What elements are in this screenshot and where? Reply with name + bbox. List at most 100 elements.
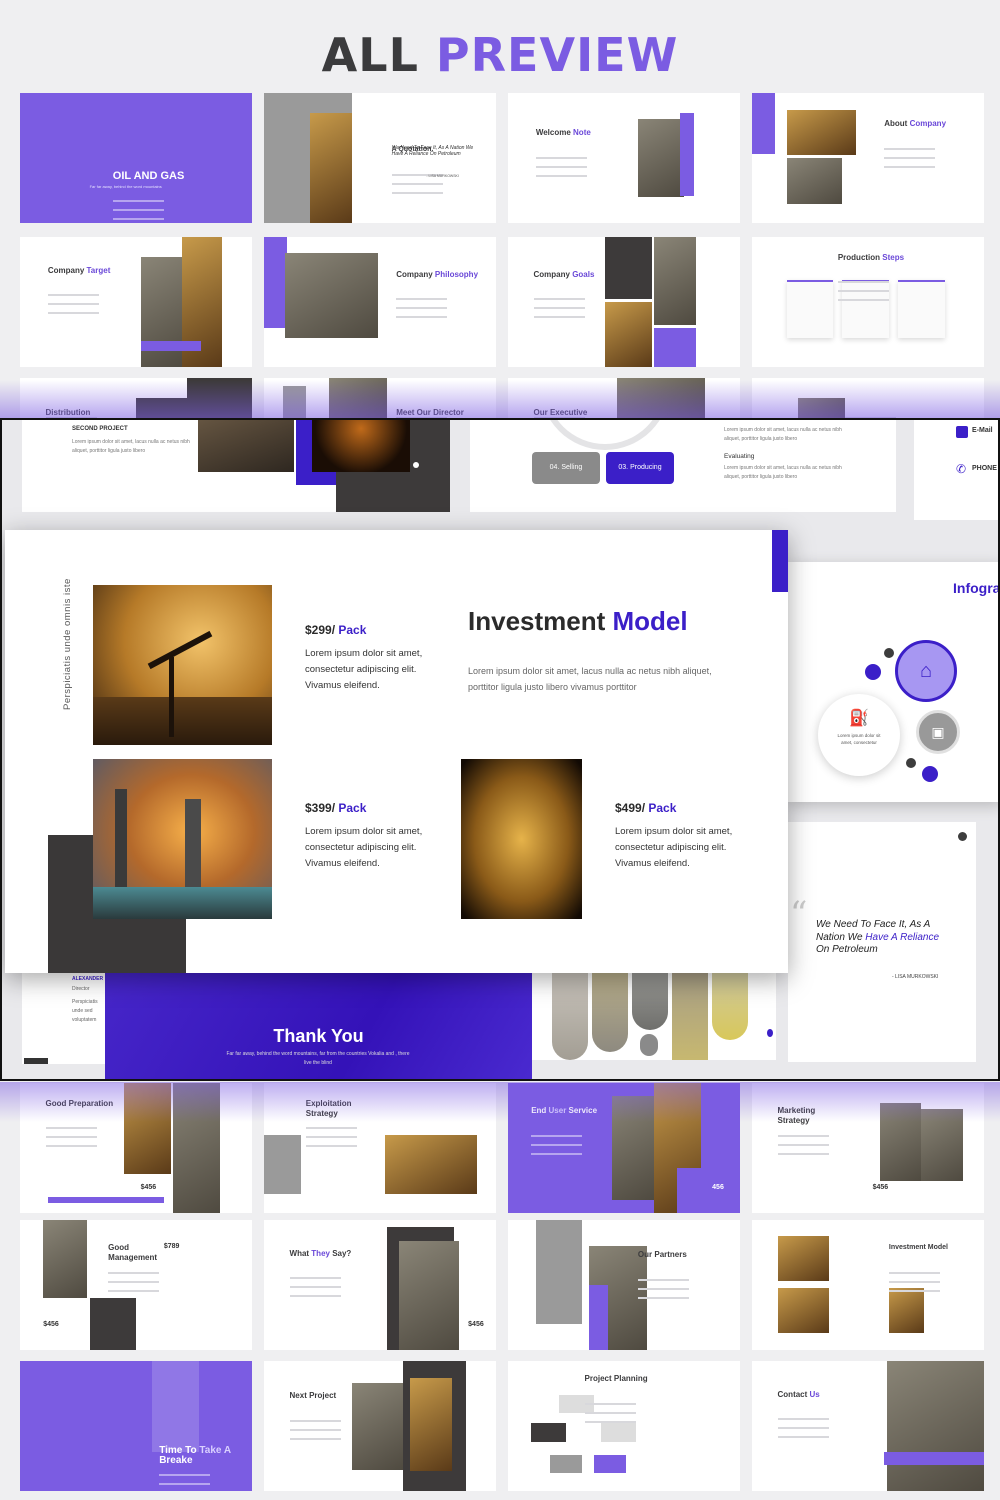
slide-quotation-photo[interactable] <box>532 972 776 1060</box>
slide-thumbnail[interactable]: Company Target <box>20 237 252 367</box>
thumbnail-title: Exploitation Strategy <box>306 1099 352 1119</box>
title-text: Good Management <box>108 1243 158 1263</box>
slide-thumbnail[interactable]: Good Preparation $456 <box>20 1083 252 1213</box>
slide-second-project[interactable]: SECOND PROJECT Lorem ipsum dolor sit ame… <box>22 420 450 512</box>
info-circle: ⛽ Lorem ipsum dolor sit amet, consectetu… <box>818 694 900 776</box>
slide-thumbnail[interactable]: Good Management $789 $456 <box>20 1220 252 1350</box>
slide-thumbnail[interactable] <box>752 378 984 418</box>
pack-price-1: $299/ Pack <box>305 623 366 637</box>
thumbnail-image <box>777 1235 829 1282</box>
thumbnail-image <box>410 1377 452 1472</box>
text-line <box>531 1153 583 1156</box>
slide-thumbnail[interactable]: What They Say? $456 <box>264 1220 496 1350</box>
thumbnail-image <box>921 1109 964 1181</box>
slide-thumbnail[interactable]: Company Philosophy <box>264 237 496 367</box>
slide-thumbnail[interactable]: Contact Us <box>752 1361 984 1491</box>
slide-thumbnail[interactable]: Investment Model <box>752 1220 984 1350</box>
thumbnail-image <box>173 1083 220 1213</box>
text-line <box>289 1437 341 1440</box>
thumbnail-image <box>752 93 776 155</box>
thumbnail-value: $789 <box>163 1243 180 1251</box>
slide-thumbnail[interactable]: Meet Our Director <box>264 378 496 418</box>
text-line <box>305 1136 357 1139</box>
thumbnail-image <box>612 1096 655 1200</box>
dot <box>958 832 967 841</box>
slide-thumbnail[interactable]: Company Goals <box>508 237 740 367</box>
title-text: End <box>531 1106 549 1116</box>
thumbnail-value: $456 <box>140 1184 157 1192</box>
second-project-label: SECOND PROJECT <box>72 426 128 432</box>
title-text: Investment Model <box>888 1244 948 1252</box>
slide-quotation[interactable]: “ We Need To Face It, As A Nation We Hav… <box>788 822 976 1062</box>
slide-thumbnail[interactable]: Marketing Strategy $456 <box>752 1083 984 1213</box>
thumbnail-title: Next Project <box>290 1391 337 1401</box>
thumbnail-image <box>384 1135 478 1194</box>
text-line <box>837 299 889 302</box>
title-part: Investment <box>468 606 613 636</box>
thumbnail-image <box>898 279 945 339</box>
photo-strip <box>712 972 748 1040</box>
thumbnail-image <box>124 1083 171 1174</box>
slide-thumbnail[interactable]: Welcome Note <box>508 93 740 223</box>
evaluating-label: Evaluating <box>724 453 755 460</box>
text-line <box>108 1272 160 1274</box>
vertical-caption: Perspiciatis unde omnis iste <box>62 578 73 710</box>
quote-line-1: We Need To Face It, As A <box>816 919 931 930</box>
text-line <box>289 1277 341 1280</box>
step-producing[interactable]: 03. Producing <box>606 452 674 484</box>
text-line <box>888 1281 940 1284</box>
slide-thumbnail[interactable]: Our Executive <box>508 378 740 418</box>
thumbnail-image <box>886 1361 984 1491</box>
slide-thumbnail[interactable]: Production Steps <box>752 237 984 367</box>
slide-director[interactable]: ALEXANDER Director Perspiciatis unde sed… <box>22 972 112 1064</box>
text-line <box>289 1428 341 1431</box>
title-text: Next <box>289 1390 310 1400</box>
pack-text-3: Lorem ipsum dolor sit amet, consectetur … <box>615 826 733 869</box>
thank-you-text: Far far away, behind the word mountains,… <box>226 1051 410 1066</box>
slide-thumbnail[interactable]: About Company <box>752 93 984 223</box>
slide-thumbnail[interactable]: Exploitation Strategy <box>264 1083 496 1213</box>
dot <box>767 1029 773 1037</box>
slide-thumbnail[interactable]: End User Service 456 <box>508 1083 740 1213</box>
thumbnail-title: Company Philosophy <box>396 270 478 280</box>
slide-thumbnail[interactable]: OIL AND GAS Far far away, behind the word… <box>20 93 252 223</box>
thumbnail-quote: We Need To Face It, As A Nation We Have … <box>391 145 474 157</box>
title-accent: Take A <box>199 1444 232 1456</box>
cycle-ring <box>540 420 670 450</box>
title-text: Company <box>47 265 87 275</box>
thumbnail-title: Meet Our Director <box>396 408 464 418</box>
info-circle-text: Lorem ipsum dolor sit amet, consectetur <box>837 733 881 745</box>
slide-infographic[interactable]: Infogra ⌂ ⛽ Lorem ipsum dolor sit amet, … <box>788 562 998 802</box>
slide-thumbnail[interactable]: A Quotation. We Need To Face It, As A Nat… <box>264 93 496 223</box>
slide-project-planning[interactable]: 04. Selling 03. Producing Lorem ipsum do… <box>470 420 896 512</box>
thumbnail-title: Our Executive <box>534 408 588 418</box>
step-selling[interactable]: 04. Selling <box>532 452 600 484</box>
heading-part1: ALL <box>321 28 419 82</box>
phone-label: PHONE <box>972 465 997 472</box>
text-line <box>533 316 585 319</box>
thumbnail-image <box>617 378 706 418</box>
slide-thumbnail[interactable]: Time To Take A Breake <box>20 1361 252 1491</box>
slide-contact[interactable]: E-Mail ✆ PHONE <box>914 420 998 520</box>
slide-thumbnail[interactable]: Project Planning <box>508 1361 740 1491</box>
text-line <box>777 1427 829 1430</box>
thumbnail-image <box>798 398 845 418</box>
pump-leg <box>169 657 174 737</box>
slide-investment-model[interactable]: Perspiciatis unde omnis iste Investment … <box>5 530 788 973</box>
slide-thank-you[interactable]: Thank You Far far away, behind the word … <box>105 972 532 1079</box>
slide-thumbnail[interactable]: Our Partners <box>508 1220 740 1350</box>
slide-thumbnail[interactable]: Distribution <box>20 378 252 418</box>
title-text: Distribution <box>45 408 91 417</box>
thumbnail-title: OIL AND GAS <box>113 171 185 182</box>
slide-thumbnail[interactable]: Next Project <box>264 1361 496 1491</box>
dot <box>906 758 916 768</box>
price-unit: Pack <box>338 623 367 637</box>
quote-author: - LISA MURKOWSKI <box>892 974 939 980</box>
text-line <box>47 303 99 306</box>
oil-pump-photo <box>93 585 272 745</box>
text-line <box>637 1278 689 1281</box>
thumbnail-title: What They Say? <box>290 1249 352 1259</box>
text-line <box>45 1136 97 1139</box>
thumbnail-title: About Company <box>884 119 946 129</box>
title-accent: Note <box>573 128 591 138</box>
